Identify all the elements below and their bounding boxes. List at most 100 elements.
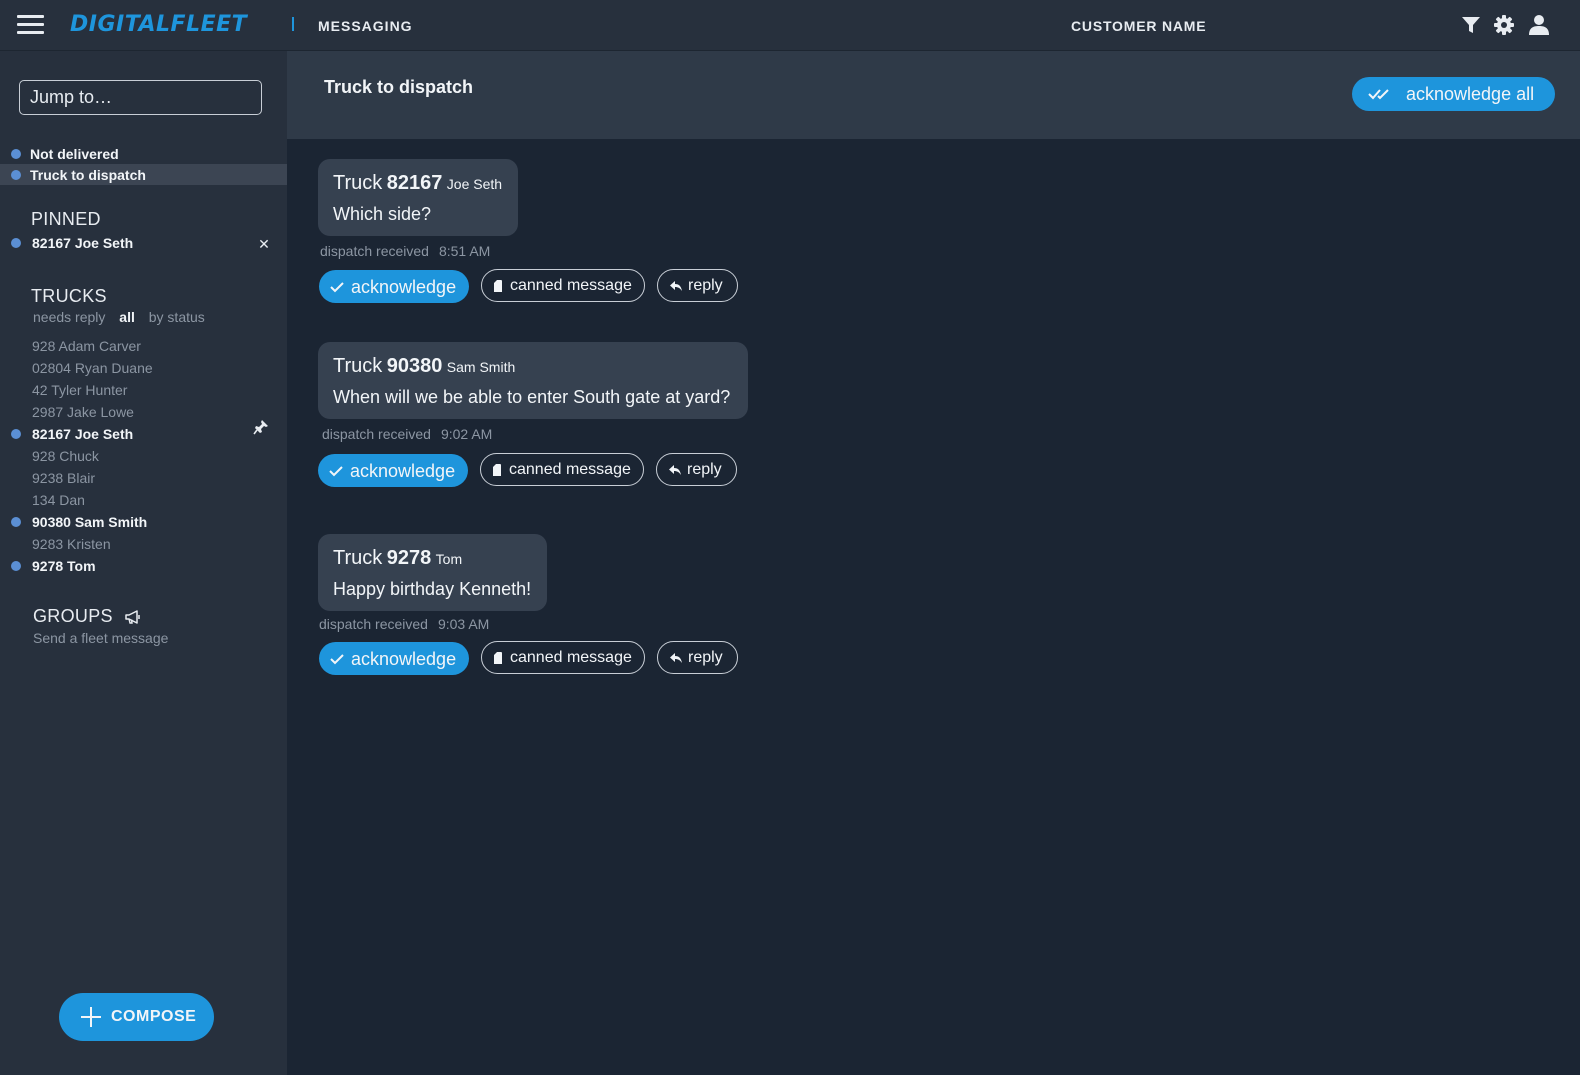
truck-label: 82167 Joe Seth bbox=[32, 235, 134, 251]
canned-message-button[interactable]: canned message bbox=[481, 641, 645, 674]
truck-label: 928 Adam Carver bbox=[32, 338, 141, 354]
reply-button[interactable]: reply bbox=[657, 641, 738, 674]
brand-logo[interactable]: DIGITALFLEET bbox=[70, 12, 247, 37]
unread-dot bbox=[11, 170, 21, 180]
reply-label: reply bbox=[688, 277, 723, 294]
message-bubble: Truck 82167 Joe Seth Which side? bbox=[318, 159, 518, 236]
truck-item[interactable]: 9278 Tom bbox=[0, 556, 287, 576]
truck-label: 2987 Jake Lowe bbox=[32, 404, 134, 420]
truck-label: 9283 Kristen bbox=[32, 536, 111, 552]
truck-word: Truck bbox=[333, 172, 383, 194]
truck-label: 42 Tyler Hunter bbox=[32, 382, 128, 398]
acknowledge-label: acknowledge bbox=[350, 461, 456, 481]
truck-item[interactable]: 928 Adam Carver bbox=[0, 336, 287, 356]
acknowledge-button[interactable]: acknowledge bbox=[319, 642, 469, 675]
filter-needs-reply[interactable]: needs reply bbox=[33, 309, 105, 325]
acknowledge-all-button[interactable]: acknowledge all bbox=[1352, 77, 1555, 111]
acknowledge-label: acknowledge bbox=[351, 649, 457, 669]
check-icon bbox=[330, 282, 344, 293]
conversation-header: Truck to dispatch acknowledge all bbox=[287, 51, 1580, 139]
unpin-close-icon[interactable]: ✕ bbox=[257, 237, 271, 251]
message-bubble: Truck 90380 Sam Smith When will we be ab… bbox=[318, 342, 748, 419]
acknowledge-button[interactable]: acknowledge bbox=[318, 454, 468, 487]
pinned-item-82167[interactable]: 82167 Joe Seth bbox=[0, 233, 287, 253]
canned-message-button[interactable]: canned message bbox=[481, 269, 645, 302]
reply-label: reply bbox=[687, 461, 722, 478]
reply-button[interactable]: reply bbox=[657, 269, 738, 302]
reply-button[interactable]: reply bbox=[656, 453, 737, 486]
send-fleet-message-link[interactable]: Send a fleet message bbox=[33, 630, 168, 646]
canned-message-icon bbox=[494, 652, 502, 664]
reply-icon bbox=[670, 653, 682, 663]
truck-item[interactable]: 9238 Blair bbox=[0, 468, 287, 488]
top-bar: DIGITALFLEET MESSAGING CUSTOMER NAME bbox=[0, 0, 1580, 51]
plus-icon bbox=[81, 1007, 101, 1027]
check-icon bbox=[329, 466, 343, 477]
truck-label: 9238 Blair bbox=[32, 470, 96, 486]
truck-label: 90380 Sam Smith bbox=[32, 514, 148, 530]
filter-by-status[interactable]: by status bbox=[149, 309, 205, 325]
truck-item[interactable]: 134 Dan bbox=[0, 490, 287, 510]
message-meta: dispatch received 9:02 AM bbox=[322, 426, 492, 442]
message-text: Which side? bbox=[333, 204, 432, 224]
sidebar-item-label: Truck to dispatch bbox=[30, 167, 146, 183]
message-sender: Truck 9278 Tom bbox=[333, 547, 462, 570]
truck-item[interactable]: 9283 Kristen bbox=[0, 534, 287, 554]
acknowledge-all-label: acknowledge all bbox=[1406, 84, 1535, 104]
compose-label: COMPOSE bbox=[111, 1008, 197, 1025]
truck-word: Truck bbox=[333, 355, 383, 377]
filter-all[interactable]: all bbox=[119, 309, 135, 325]
message-text: Happy birthday Kenneth! bbox=[333, 579, 532, 599]
unread-dot bbox=[11, 517, 21, 527]
message-text: When will we be able to enter South gate… bbox=[333, 387, 731, 407]
driver-name: Tom bbox=[435, 551, 463, 567]
jump-to-input[interactable] bbox=[19, 80, 262, 115]
truck-number[interactable]: 9278 bbox=[387, 547, 432, 569]
truck-label: 9278 Tom bbox=[32, 558, 96, 574]
menu-icon[interactable] bbox=[17, 14, 44, 36]
reply-icon bbox=[669, 465, 681, 475]
pinned-heading: PINNED bbox=[31, 209, 101, 229]
reply-icon bbox=[670, 281, 682, 291]
unread-dot bbox=[11, 429, 21, 439]
sidebar-item-truck-to-dispatch[interactable]: Truck to dispatch bbox=[0, 164, 287, 185]
customer-name[interactable]: CUSTOMER NAME bbox=[1071, 18, 1206, 34]
canned-message-button[interactable]: canned message bbox=[480, 453, 644, 486]
compose-button[interactable]: COMPOSE bbox=[59, 993, 214, 1041]
unread-dot bbox=[11, 561, 21, 571]
user-icon[interactable] bbox=[1528, 14, 1550, 36]
acknowledge-label: acknowledge bbox=[351, 277, 457, 297]
acknowledge-button[interactable]: acknowledge bbox=[319, 270, 469, 303]
truck-number[interactable]: 82167 bbox=[387, 172, 443, 194]
canned-message-label: canned message bbox=[509, 461, 631, 478]
pin-icon[interactable] bbox=[253, 419, 269, 435]
brand-divider bbox=[292, 17, 294, 31]
canned-message-label: canned message bbox=[510, 277, 632, 294]
canned-message-label: canned message bbox=[510, 649, 632, 666]
megaphone-icon bbox=[125, 610, 140, 624]
sidebar-item-not-delivered[interactable]: Not delivered bbox=[0, 143, 287, 164]
truck-item[interactable]: 90380 Sam Smith bbox=[0, 512, 287, 532]
truck-item[interactable]: 928 Chuck bbox=[0, 446, 287, 466]
truck-number[interactable]: 90380 bbox=[387, 355, 443, 377]
groups-heading: GROUPS bbox=[33, 606, 142, 627]
truck-item[interactable]: 2987 Jake Lowe bbox=[0, 402, 287, 422]
truck-label: 928 Chuck bbox=[32, 448, 99, 464]
unread-dot bbox=[11, 238, 21, 248]
message-bubble: Truck 9278 Tom Happy birthday Kenneth! bbox=[318, 534, 547, 611]
reply-label: reply bbox=[688, 649, 723, 666]
gear-icon[interactable] bbox=[1493, 14, 1515, 36]
message-time: 8:51 AM bbox=[438, 243, 491, 259]
truck-item[interactable]: 82167 Joe Seth bbox=[0, 424, 287, 444]
message-sender: Truck 82167 Joe Seth bbox=[333, 172, 502, 195]
double-check-icon bbox=[1368, 89, 1389, 100]
truck-label: 134 Dan bbox=[32, 492, 85, 508]
truck-item[interactable]: 42 Tyler Hunter bbox=[0, 380, 287, 400]
check-icon bbox=[330, 654, 344, 665]
unread-dot bbox=[11, 149, 21, 159]
conversation-title: Truck to dispatch bbox=[324, 77, 474, 97]
truck-item[interactable]: 02804 Ryan Duane bbox=[0, 358, 287, 378]
message-status: dispatch received bbox=[319, 616, 428, 632]
sidebar-item-label: Not delivered bbox=[30, 146, 119, 162]
filter-icon[interactable] bbox=[1460, 14, 1482, 36]
